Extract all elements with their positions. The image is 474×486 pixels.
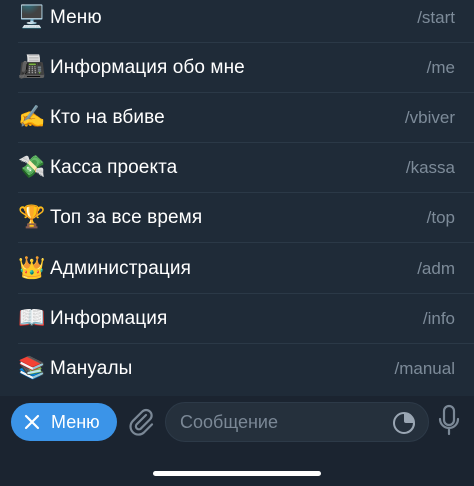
- command-label: Информация: [50, 308, 168, 329]
- command-label: Мануалы: [50, 358, 133, 379]
- books-icon: 📚: [18, 356, 46, 381]
- bot-menu-button[interactable]: Меню: [11, 403, 117, 441]
- desktop-computer-icon: 🖥️: [18, 5, 46, 30]
- home-indicator: [153, 471, 321, 476]
- writing-hand-icon: ✍️: [18, 105, 46, 130]
- microphone-icon[interactable]: [438, 404, 460, 438]
- open-book-icon: 📖: [18, 306, 46, 331]
- command-row-kassa[interactable]: 💸 Касса проекта /kassa: [0, 143, 474, 193]
- command-row-adm[interactable]: 👑 Администрация /adm: [0, 244, 474, 294]
- close-icon: [24, 414, 40, 430]
- message-composer: Меню: [0, 396, 474, 486]
- message-input[interactable]: [180, 403, 380, 441]
- command-row-info[interactable]: 📖 Информация /info: [0, 294, 474, 344]
- command-slash: /start: [417, 8, 455, 27]
- command-slash: /info: [422, 309, 455, 328]
- command-label: Кто на вбиве: [50, 107, 165, 128]
- command-row-top[interactable]: 🏆 Топ за все время /top: [0, 193, 474, 243]
- menu-button-label: Меню: [51, 412, 100, 432]
- trophy-icon: 🏆: [18, 205, 46, 230]
- command-row-start[interactable]: 🖥️ Меню /start: [0, 0, 474, 43]
- command-slash: /me: [426, 58, 455, 77]
- command-row-vbiver[interactable]: ✍️ Кто на вбиве /vbiver: [0, 93, 474, 143]
- row-divider: [18, 242, 474, 243]
- command-label: Администрация: [50, 258, 191, 279]
- command-slash: /manual: [394, 359, 455, 378]
- command-slash: /kassa: [405, 158, 455, 177]
- command-row-me[interactable]: 📠 Информация обо мне /me: [0, 43, 474, 93]
- command-slash: /top: [426, 208, 455, 227]
- money-with-wings-icon: 💸: [18, 155, 46, 180]
- command-label: Меню: [50, 7, 102, 28]
- command-label: Информация обо мне: [50, 57, 245, 78]
- command-slash: /vbiver: [404, 108, 455, 127]
- command-slash: /adm: [417, 259, 455, 278]
- paperclip-icon[interactable]: [127, 406, 155, 438]
- message-input-field[interactable]: [165, 402, 429, 442]
- fax-machine-icon: 📠: [18, 55, 46, 80]
- command-label: Топ за все время: [50, 207, 203, 228]
- command-label: Касса проекта: [50, 157, 178, 178]
- command-row-manual[interactable]: 📚 Мануалы /manual: [0, 344, 474, 394]
- sticker-icon[interactable]: [392, 411, 416, 435]
- crown-icon: 👑: [18, 256, 46, 281]
- bot-command-list: 🖥️ Меню /start 📠 Информация обо мне /me …: [0, 0, 474, 396]
